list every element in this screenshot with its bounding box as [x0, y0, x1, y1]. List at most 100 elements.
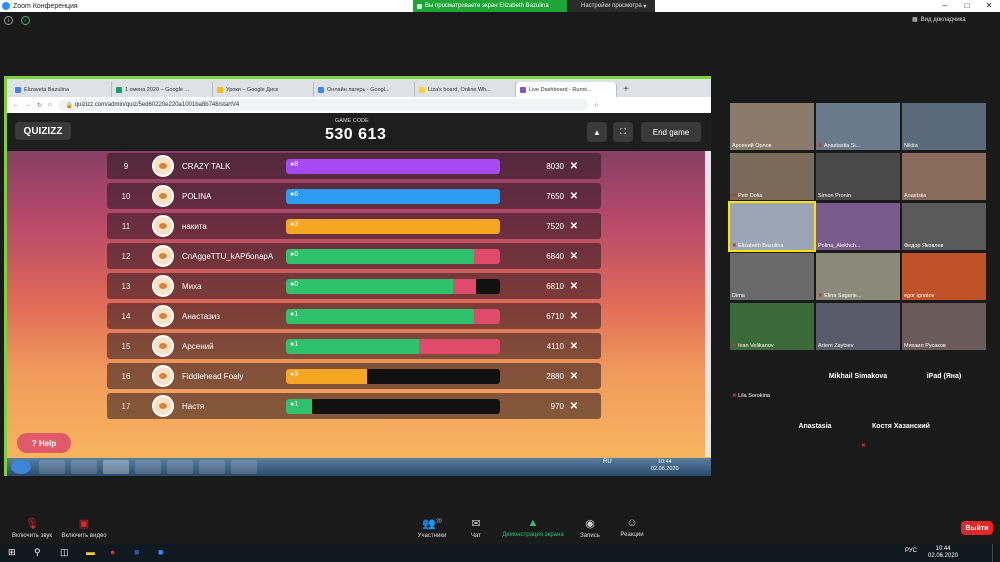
close-icon[interactable]: ✕	[978, 0, 1000, 12]
chrome-icon[interactable]	[103, 460, 129, 474]
participant-tile[interactable]: ✖ Lila Sorokina	[730, 353, 814, 400]
chat-button[interactable]: ✉ Чат	[446, 517, 506, 539]
player-name: Настя	[182, 401, 205, 411]
participant-tile[interactable]: ✖ Petr Dolia	[730, 153, 814, 200]
participant-label: Федор Яковлев	[904, 243, 943, 249]
fullscreen-button[interactable]: ⛶	[613, 122, 633, 142]
browser-tab[interactable]: Liza's board, Online Wh...	[415, 82, 516, 97]
star-icon[interactable]: ☆	[594, 102, 599, 109]
remove-player-icon[interactable]: ✕	[564, 311, 584, 322]
remove-player-icon[interactable]: ✕	[564, 341, 584, 352]
minimize-icon[interactable]: –	[934, 0, 956, 12]
participant-tile[interactable]: Anastasia	[773, 403, 857, 450]
forward-icon[interactable]: →	[25, 102, 31, 108]
incorrect-fill	[452, 278, 477, 294]
participant-tile[interactable]: ✖ Elizabeth Bazulina	[728, 201, 816, 252]
participant-tile[interactable]: ✖ Ivan Velikanov	[730, 303, 814, 350]
tab-favicon	[15, 86, 21, 93]
new-tab-icon[interactable]: +	[617, 84, 635, 97]
participant-tile[interactable]: Арсений Орлов	[730, 103, 814, 150]
language-indicator[interactable]: RU	[603, 459, 612, 465]
maximize-icon[interactable]: □	[956, 0, 978, 12]
media-player-icon[interactable]	[71, 460, 97, 474]
correct-fill	[286, 158, 500, 174]
shield-icon[interactable]: ✓	[21, 16, 30, 25]
quizizz-header: QUIZIZZ GAME CODE 530 613 ▲ ⛶ End game	[7, 113, 711, 151]
participant-tile[interactable]: Dima	[730, 253, 814, 300]
browser-tab-active[interactable]: Live Dashboard - Runni...	[516, 82, 617, 97]
participant-tile[interactable]: Федор Яковлев	[902, 203, 986, 250]
remove-player-icon[interactable]: ✕	[564, 401, 584, 412]
remove-player-icon[interactable]: ✕	[564, 221, 584, 232]
zoom-icon[interactable]	[199, 460, 225, 474]
home-icon[interactable]: ⌂	[48, 102, 52, 108]
end-game-button[interactable]: End game	[641, 122, 701, 142]
mic-muted-icon: ✖	[732, 343, 737, 349]
participant-name: Костя Хазанский	[872, 423, 930, 430]
participant-name: Simon Pronin	[818, 193, 852, 199]
participant-tile[interactable]: Simon Pronin	[816, 153, 900, 200]
remove-player-icon[interactable]: ✕	[564, 251, 584, 262]
explorer-icon[interactable]	[39, 460, 65, 474]
participant-tile[interactable]: Nikita	[902, 103, 986, 150]
remove-player-icon[interactable]: ✕	[564, 161, 584, 172]
mute-music-button[interactable]: ▲	[587, 122, 607, 142]
share-screen-button[interactable]: ▲ Демонстрация экрана	[498, 517, 568, 538]
streak-count: ●1	[290, 340, 299, 348]
remove-player-icon[interactable]: ✕	[564, 281, 584, 292]
unmute-button[interactable]: 🎙 Включить звук	[2, 517, 62, 539]
browser-tab[interactable]: Elizaveta Bazulina	[11, 82, 112, 97]
participant-tile[interactable]: ✖ Elina Sagarie...	[816, 253, 900, 300]
view-options-button[interactable]: Настройки просмотра ▾	[567, 0, 655, 12]
leaderboard-row: 11 накита ●3 7520 ✕	[107, 213, 601, 239]
input-language[interactable]: РУС	[905, 548, 917, 554]
participant-name: Petr Dolia	[738, 193, 763, 199]
share-icon: ▲	[527, 517, 539, 529]
info-icon[interactable]: i	[4, 16, 13, 25]
participant-tile[interactable]: ✖ Anastasiia Si...	[816, 103, 900, 150]
word-icon[interactable]	[135, 460, 161, 474]
back-icon[interactable]: ←	[13, 102, 19, 108]
file-explorer-icon[interactable]: ▬	[86, 547, 95, 557]
speaker-view-button[interactable]: ▦ Вид докладчика	[912, 16, 966, 24]
start-video-button[interactable]: ▣ Включить видео	[54, 517, 114, 539]
leave-button[interactable]: Выйти	[961, 521, 993, 535]
remove-player-icon[interactable]: ✕	[564, 371, 584, 382]
participant-label: ✖ Anastasiia Si...	[818, 143, 860, 149]
rank-number: 13	[121, 281, 131, 291]
participant-label: egor ignatov	[904, 293, 934, 299]
participant-name: Polina_Alekhch...	[818, 243, 861, 249]
reload-icon[interactable]: ↻	[37, 102, 42, 109]
participant-name: Anastasiia Si...	[823, 143, 861, 149]
participant-tile[interactable]: Михаил Русаков	[902, 303, 986, 350]
windows-start-icon[interactable]: ⊞	[8, 547, 16, 558]
player-score: 6710	[546, 311, 564, 321]
help-button[interactable]: ? Help	[17, 433, 71, 453]
firefox-icon[interactable]	[231, 460, 257, 474]
show-desktop-button[interactable]	[992, 544, 1000, 562]
search-icon[interactable]: ⚲	[34, 547, 41, 558]
page-scrollbar[interactable]	[705, 151, 711, 457]
opera-icon[interactable]: ●	[110, 547, 115, 557]
url-field[interactable]: 🔒 quizizz.com/admin/quiz/5ed60220e220a10…	[57, 99, 588, 111]
participant-tile[interactable]: iPad (Яна)	[902, 353, 986, 400]
leaderboard-row: 16 Fiddlehead Foaly ●3 2880 ✕	[107, 363, 601, 389]
participant-tile[interactable]: Artem Zaytsev	[816, 303, 900, 350]
player-avatar	[152, 185, 174, 207]
powerpoint-icon[interactable]	[167, 460, 193, 474]
participant-tile[interactable]: Костя Хазанский ✖	[859, 403, 943, 450]
browser-tab[interactable]: Онлайн лагерь - Googl...	[314, 82, 415, 97]
zoom-app-icon[interactable]: ■	[158, 547, 163, 557]
word-app-icon[interactable]: ■	[134, 547, 139, 557]
correct-fill	[286, 278, 453, 294]
remove-player-icon[interactable]: ✕	[564, 191, 584, 202]
start-button[interactable]	[11, 460, 31, 474]
participant-tile[interactable]: Polina_Alekhch...	[816, 203, 900, 250]
browser-tab[interactable]: Уроки – Google Диск	[213, 82, 314, 97]
participant-tile[interactable]: Anastsiia	[902, 153, 986, 200]
task-view-icon[interactable]: ◫	[60, 547, 69, 558]
participant-tile[interactable]: egor ignatov	[902, 253, 986, 300]
browser-tab[interactable]: 1 смена 2020 – Google ...	[112, 82, 213, 97]
reactions-button[interactable]: ☺ Реакции	[602, 517, 662, 538]
participant-tile[interactable]: Mikhail Simakova	[816, 353, 900, 400]
